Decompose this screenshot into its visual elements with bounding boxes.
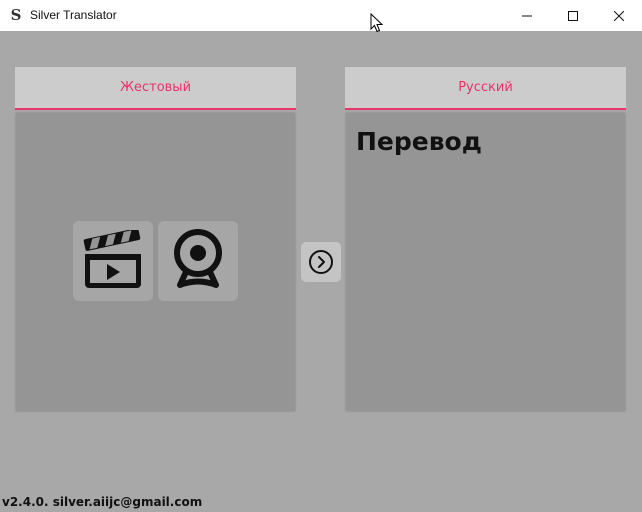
- minimize-button[interactable]: [504, 0, 550, 31]
- clapperboard-icon: [83, 230, 141, 288]
- close-button[interactable]: [596, 0, 642, 31]
- translate-button[interactable]: [301, 242, 341, 282]
- sign-language-panel: Жестовый: [15, 67, 296, 412]
- target-language-label: Русский: [458, 80, 513, 95]
- chevron-right-circle-icon: [309, 250, 333, 274]
- maximize-button[interactable]: [550, 0, 596, 31]
- translation-output-area: Перевод: [346, 113, 625, 411]
- version-contact-footer: v2.4.0. silver.aiijc@gmail.com: [2, 495, 203, 509]
- source-language-tab[interactable]: Жестовый: [15, 67, 296, 110]
- window-title: Silver Translator: [30, 8, 117, 22]
- source-language-label: Жестовый: [119, 80, 192, 95]
- target-language-tab[interactable]: Русский: [345, 67, 626, 110]
- close-icon: [614, 10, 624, 21]
- source-input-area: [16, 113, 295, 411]
- translation-output-text: Перевод: [356, 127, 482, 156]
- title-bar: S Silver Translator: [0, 0, 642, 31]
- upload-video-button[interactable]: [73, 221, 153, 301]
- mouse-cursor-icon: [370, 13, 384, 33]
- open-webcam-button[interactable]: [158, 221, 238, 301]
- webcam-icon: [174, 229, 222, 288]
- maximize-icon: [568, 10, 578, 21]
- russian-output-panel: Русский Перевод: [345, 67, 626, 412]
- app-logo: S: [10, 6, 22, 24]
- minimize-icon: [522, 15, 532, 16]
